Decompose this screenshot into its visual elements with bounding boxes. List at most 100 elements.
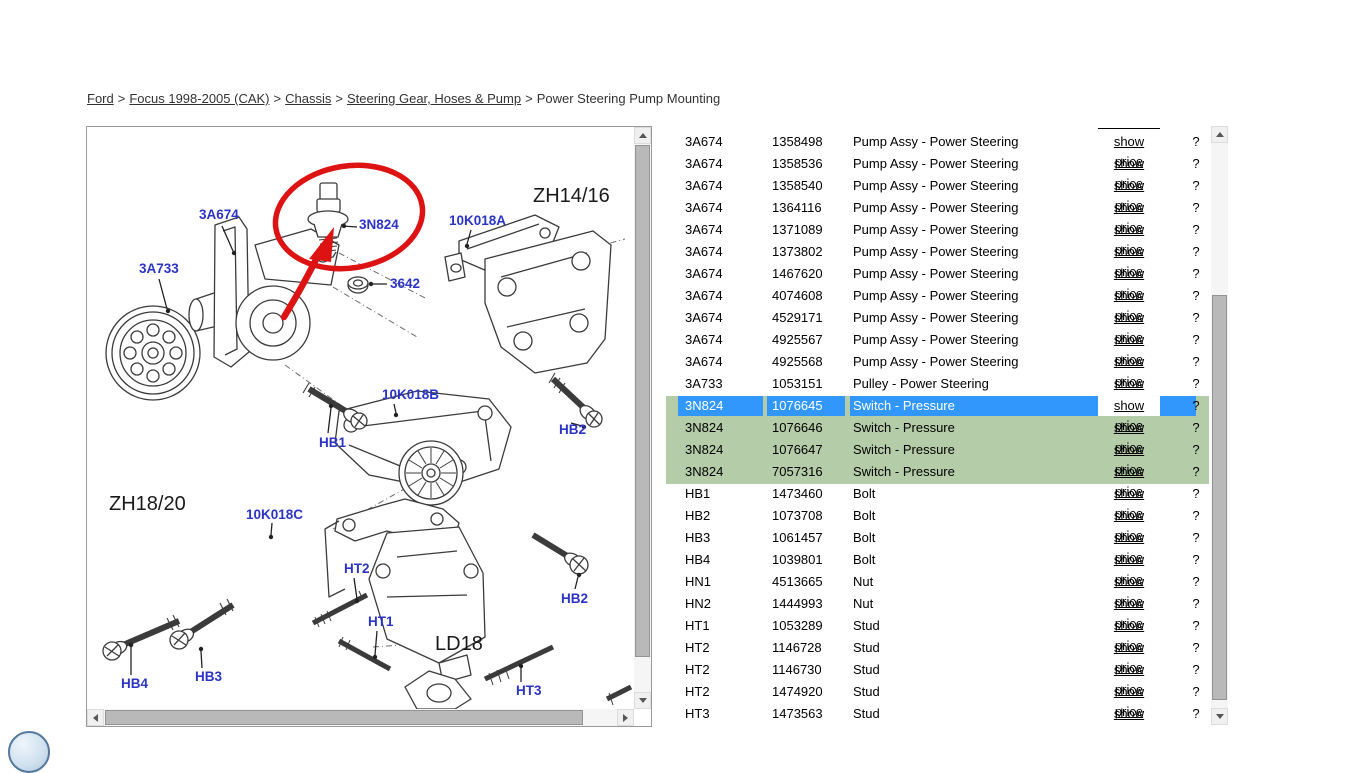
help-link[interactable]: ?	[1186, 418, 1206, 438]
part-label-10k018b[interactable]: 10K018B	[382, 387, 439, 402]
scroll-right-button[interactable]	[617, 709, 634, 726]
part-label-3642[interactable]: 3642	[390, 276, 420, 291]
part-label-ht2[interactable]: HT2	[344, 561, 370, 576]
table-vertical-scrollbar[interactable]	[1211, 126, 1228, 725]
table-row[interactable]: 3N824 7057316 Switch - Pressure show pri…	[662, 461, 1211, 483]
part-label-10k018c[interactable]: 10K018C	[246, 507, 303, 522]
part-label-3a674[interactable]: 3A674	[199, 207, 239, 222]
pump-drawing	[189, 217, 339, 367]
help-link[interactable]: ?	[1186, 440, 1206, 460]
part-number-cell: 4529171	[767, 308, 845, 328]
part-label-3a733[interactable]: 3A733	[139, 261, 179, 276]
table-row[interactable]: 3A733 1053151 Pulley - Power Steering sh…	[662, 373, 1211, 395]
partial-circle-widget[interactable]	[8, 731, 50, 773]
scrollbar-thumb[interactable]	[105, 710, 583, 725]
breadcrumb-separator: >	[335, 91, 343, 106]
breadcrumb-separator: >	[525, 91, 533, 106]
part-label-hb2[interactable]: HB2	[559, 422, 586, 437]
scroll-down-button[interactable]	[1211, 708, 1228, 725]
help-link[interactable]: ?	[1186, 132, 1206, 152]
help-link[interactable]: ?	[1186, 242, 1206, 262]
help-link[interactable]: ?	[1186, 396, 1206, 416]
help-link[interactable]: ?	[1186, 506, 1206, 526]
table-row[interactable]: 3N824 1076646 Switch - Pressure show pri…	[662, 417, 1211, 439]
show-price-link[interactable]: show price	[1114, 706, 1144, 725]
table-row[interactable]: 3A674 4074608 Pump Assy - Power Steering…	[662, 285, 1211, 307]
table-row[interactable]: HT3 1473563 Stud show price ?	[662, 703, 1211, 725]
help-link[interactable]: ?	[1186, 352, 1206, 372]
help-link[interactable]: ?	[1186, 264, 1206, 284]
table-row[interactable]: 3A674 4529171 Pump Assy - Power Steering…	[662, 307, 1211, 329]
help-link[interactable]: ?	[1186, 154, 1206, 174]
table-row[interactable]: HT2 1146730 Stud show price ?	[662, 659, 1211, 681]
help-link[interactable]: ?	[1186, 286, 1206, 306]
help-link[interactable]: ?	[1186, 616, 1206, 636]
table-row[interactable]: 3A674 4925567 Pump Assy - Power Steering…	[662, 329, 1211, 351]
help-link[interactable]: ?	[1186, 594, 1206, 614]
part-label-hb3[interactable]: HB3	[195, 669, 222, 684]
part-label-ht1[interactable]: HT1	[368, 614, 394, 629]
part-label-hb1[interactable]: HB1	[319, 435, 346, 450]
table-row[interactable]: HN2 1444993 Nut show price ?	[662, 593, 1211, 615]
part-label-hb4[interactable]: HB4	[121, 676, 148, 691]
part-code-cell: HT2	[678, 682, 763, 702]
part-code-cell: 3N824	[678, 418, 763, 438]
table-row[interactable]: 3A674 1358498 Pump Assy - Power Steering…	[662, 131, 1211, 153]
part-label-hb2-2[interactable]: HB2	[561, 591, 588, 606]
part-number-cell: 4074608	[767, 286, 845, 306]
table-row[interactable]: HB3 1061457 Bolt show price ?	[662, 527, 1211, 549]
part-code-cell: 3A674	[678, 220, 763, 240]
help-link[interactable]: ?	[1186, 462, 1206, 482]
table-row[interactable]: HT2 1146728 Stud show price ?	[662, 637, 1211, 659]
group-label-zh1416: ZH14/16	[533, 185, 610, 208]
table-row[interactable]: 3N824 1076647 Switch - Pressure show pri…	[662, 439, 1211, 461]
help-link[interactable]: ?	[1186, 638, 1206, 658]
table-row[interactable]: 3A674 1364116 Pump Assy - Power Steering…	[662, 197, 1211, 219]
help-link[interactable]: ?	[1186, 484, 1206, 504]
scrollbar-thumb[interactable]	[635, 145, 650, 657]
breadcrumb-link-steering[interactable]: Steering Gear, Hoses & Pump	[347, 91, 521, 106]
scroll-up-button[interactable]	[1211, 126, 1228, 143]
help-link[interactable]: ?	[1186, 308, 1206, 328]
help-link[interactable]: ?	[1186, 176, 1206, 196]
table-row[interactable]: HB1 1473460 Bolt show price ?	[662, 483, 1211, 505]
table-row[interactable]: HT2 1474920 Stud show price ?	[662, 681, 1211, 703]
scroll-down-button[interactable]	[634, 692, 651, 709]
help-link[interactable]: ?	[1186, 572, 1206, 592]
catalog-page: { "breadcrumb": { "links": ["Ford", "Foc…	[0, 0, 1366, 738]
help-link[interactable]: ?	[1186, 682, 1206, 702]
part-number-cell: 7057316	[767, 462, 845, 482]
table-row[interactable]: HB2 1073708 Bolt show price ?	[662, 505, 1211, 527]
scrollbar-thumb[interactable]	[1212, 295, 1227, 700]
table-row[interactable]: 3N824 1076645 Switch - Pressure show pri…	[662, 395, 1211, 417]
help-link[interactable]: ?	[1186, 198, 1206, 218]
help-link[interactable]: ?	[1186, 704, 1206, 724]
part-label-3n824[interactable]: 3N824	[359, 217, 399, 232]
right-arrow-icon	[623, 714, 628, 722]
table-row[interactable]: 3A674 4925568 Pump Assy - Power Steering…	[662, 351, 1211, 373]
table-row[interactable]: 3A674 1373802 Pump Assy - Power Steering…	[662, 241, 1211, 263]
breadcrumb-link-chassis[interactable]: Chassis	[285, 91, 331, 106]
part-label-10k018a[interactable]: 10K018A	[449, 213, 506, 228]
table-row[interactable]: 3A674 1371089 Pump Assy - Power Steering…	[662, 219, 1211, 241]
table-row[interactable]: HB4 1039801 Bolt show price ?	[662, 549, 1211, 571]
table-row[interactable]: 3A674 1467620 Pump Assy - Power Steering…	[662, 263, 1211, 285]
part-label-ht3[interactable]: HT3	[516, 683, 542, 698]
scroll-left-button[interactable]	[87, 709, 104, 726]
breadcrumb-link-ford[interactable]: Ford	[87, 91, 114, 106]
diagram-horizontal-scrollbar[interactable]	[87, 709, 634, 726]
help-link[interactable]: ?	[1186, 550, 1206, 570]
breadcrumb-link-model[interactable]: Focus 1998-2005 (CAK)	[129, 91, 269, 106]
help-link[interactable]: ?	[1186, 330, 1206, 350]
table-row[interactable]: 3A674 1358540 Pump Assy - Power Steering…	[662, 175, 1211, 197]
help-link[interactable]: ?	[1186, 374, 1206, 394]
up-arrow-icon	[1216, 132, 1224, 137]
table-row[interactable]: HN1 4513665 Nut show price ?	[662, 571, 1211, 593]
scroll-up-button[interactable]	[634, 127, 651, 144]
table-row[interactable]: HT1 1053289 Stud show price ?	[662, 615, 1211, 637]
help-link[interactable]: ?	[1186, 220, 1206, 240]
help-link[interactable]: ?	[1186, 528, 1206, 548]
help-link[interactable]: ?	[1186, 660, 1206, 680]
table-row[interactable]: 3A674 1358536 Pump Assy - Power Steering…	[662, 153, 1211, 175]
diagram-vertical-scrollbar[interactable]	[634, 127, 651, 709]
